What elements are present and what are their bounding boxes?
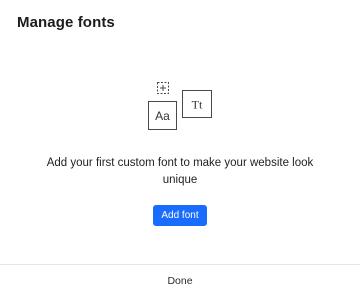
font-sample-serif-text: Tt <box>192 98 203 112</box>
font-sample-icon: Aa <box>148 101 177 130</box>
add-font-button[interactable]: Add font <box>153 205 207 226</box>
done-button[interactable]: Done <box>0 265 360 297</box>
font-sample-text: Aa <box>155 109 170 123</box>
dialog-title: Manage fonts <box>17 14 115 31</box>
fonts-illustration: Tt Aa <box>148 82 212 130</box>
font-sample-serif-icon: Tt <box>182 90 212 118</box>
manage-fonts-dialog: Manage fonts Tt Aa Add your first custom… <box>0 0 360 297</box>
empty-state-message: Add your first custom font to make your … <box>46 157 314 186</box>
add-font-icon <box>157 82 169 94</box>
